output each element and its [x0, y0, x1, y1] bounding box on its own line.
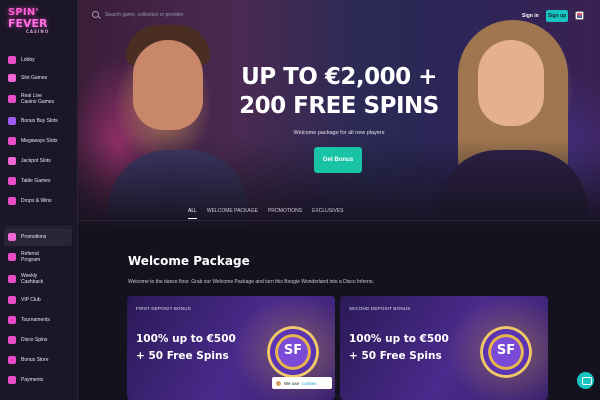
cashback-icon	[8, 275, 16, 283]
hero-title-line2: 200 FREE SPINS	[239, 93, 439, 119]
table-games-icon	[8, 177, 16, 185]
sidebar-item-label: Table Games	[21, 178, 51, 184]
welcome-package-subtitle: Welcome to the dance floor. Grab our Wel…	[128, 279, 374, 285]
sign-in-button[interactable]: Sign in	[522, 13, 539, 19]
referral-icon	[8, 253, 16, 261]
bonus-buy-icon	[8, 117, 16, 125]
tournaments-icon	[8, 316, 16, 324]
sidebar-item-label: Bonus Buy Slots	[21, 118, 58, 124]
sidebar-item-table-games[interactable]: Table Games	[4, 171, 72, 191]
cookie-link[interactable]: cookies	[301, 381, 316, 386]
sidebar: SPIN' FEVER CASINO Lobby Slot Games Real…	[0, 0, 78, 400]
sidebar-item-label: Tournaments	[21, 317, 50, 323]
bonus-store-icon	[8, 356, 16, 364]
card-free-spins: + 50 Free Spins	[136, 350, 229, 362]
disco-icon	[8, 336, 16, 344]
logo-line2: FEVER	[8, 17, 48, 30]
tabs-divider	[78, 220, 600, 221]
drops-wins-icon	[8, 197, 16, 205]
casino-chip-icon: SF	[267, 326, 319, 378]
sidebar-item-label: Real Live Casino Games	[21, 93, 55, 105]
sidebar-item-slot-games[interactable]: Slot Games	[4, 69, 72, 87]
sidebar-item-cashback[interactable]: Weekly Cashback	[4, 268, 72, 290]
sidebar-item-jackpot[interactable]: Jackpot Slots	[4, 151, 72, 171]
tab-exclusives[interactable]: EXCLUSIVES	[312, 208, 343, 219]
card-offer: 100% up to €500	[136, 333, 236, 345]
sidebar-item-label: Lobby	[21, 57, 35, 63]
sidebar-item-lobby[interactable]: Lobby	[4, 51, 72, 69]
sidebar-item-label: Slot Games	[21, 75, 48, 81]
sidebar-item-drops-wins[interactable]: Drops & Wins	[4, 191, 72, 211]
language-flag-icon[interactable]	[575, 11, 584, 20]
tab-welcome-package[interactable]: WELCOME PACKAGE	[207, 208, 258, 219]
chip-logo: SF	[283, 343, 303, 358]
megaways-icon	[8, 137, 16, 145]
sidebar-item-label: Referral Program	[21, 251, 41, 263]
cookie-text: We use	[284, 380, 300, 386]
search-box[interactable]	[92, 11, 195, 18]
card-label: SECOND DEPOSIT BONUS	[349, 306, 411, 311]
tab-promotions[interactable]: PROMOTIONS	[268, 208, 302, 219]
chat-icon[interactable]	[577, 372, 594, 389]
sidebar-item-bonus-store[interactable]: Bonus Store	[4, 350, 72, 370]
card-offer: 100% up to €500	[349, 333, 449, 345]
chip-logo: SF	[496, 343, 516, 358]
sidebar-item-promotions[interactable]: Promotions	[4, 228, 72, 246]
promo-tabs: ALL WELCOME PACKAGE PROMOTIONS EXCLUSIVE…	[188, 208, 354, 219]
logo[interactable]: SPIN' FEVER CASINO	[8, 8, 64, 44]
sidebar-item-vip[interactable]: VIP Club	[4, 290, 72, 310]
sidebar-item-label: Promotions	[21, 234, 47, 240]
sidebar-item-referral[interactable]: Referral Program	[4, 246, 72, 268]
sidebar-item-megaways[interactable]: Megaways Slots	[4, 131, 72, 151]
search-icon	[92, 11, 99, 18]
tab-all[interactable]: ALL	[188, 208, 197, 219]
sidebar-item-label: VIP Club	[21, 297, 41, 303]
promotions-icon	[8, 233, 16, 241]
slot-icon	[8, 74, 16, 82]
payments-icon	[8, 376, 16, 384]
bonus-card-second-deposit[interactable]: SECOND DEPOSIT BONUS 100% up to €500 + 5…	[340, 296, 548, 400]
sidebar-item-label: Bonus Store	[21, 357, 49, 363]
sidebar-item-label: Disco Spins	[21, 337, 48, 343]
cookie-close-icon[interactable]: ✕	[318, 378, 325, 387]
sidebar-item-disco-spins[interactable]: Disco Spins	[4, 330, 72, 350]
sidebar-item-label: Payments	[21, 377, 44, 383]
hero-banner: UP TO €2,000 + 200 FREE SPINS Welcome pa…	[78, 0, 600, 230]
sidebar-item-label: Megaways Slots	[21, 138, 58, 144]
card-label: FIRST DEPOSIT BONUS	[136, 306, 191, 311]
hero-title-line1: UP TO €2,000 +	[241, 64, 437, 90]
top-bar: Sign in Sign up	[78, 0, 600, 34]
hero-subtitle: Welcome package for all new players	[293, 130, 385, 136]
sidebar-item-tournaments[interactable]: Tournaments	[4, 310, 72, 330]
search-input[interactable]	[105, 11, 195, 18]
jackpot-icon	[8, 157, 16, 165]
sidebar-nav-promos: Promotions Referral Program Weekly Cashb…	[4, 228, 72, 390]
sidebar-item-label: Drops & Wins	[21, 198, 52, 204]
app: UP TO €2,000 + 200 FREE SPINS Welcome pa…	[0, 0, 600, 400]
sidebar-nav-games: Lobby Slot Games Real Live Casino Games …	[4, 51, 72, 211]
sidebar-item-label: Weekly Cashback	[21, 273, 44, 285]
cookie-icon	[276, 380, 281, 386]
lobby-icon	[8, 56, 16, 64]
sidebar-item-payments[interactable]: Payments	[4, 370, 72, 390]
get-bonus-button[interactable]: Get Bonus	[314, 147, 362, 173]
vip-icon	[8, 296, 16, 304]
live-casino-icon	[8, 95, 16, 103]
sidebar-divider	[6, 226, 74, 227]
casino-chip-icon: SF	[480, 326, 532, 378]
logo-line3: CASINO	[26, 29, 50, 34]
sidebar-item-label: Jackpot Slots	[21, 158, 51, 164]
sidebar-item-bonus-buy[interactable]: Bonus Buy Slots	[4, 111, 72, 131]
card-free-spins: + 50 Free Spins	[349, 350, 442, 362]
welcome-package-title: Welcome Package	[128, 254, 250, 268]
sign-up-button[interactable]: Sign up	[546, 10, 568, 22]
sidebar-item-live-casino[interactable]: Real Live Casino Games	[4, 87, 72, 111]
